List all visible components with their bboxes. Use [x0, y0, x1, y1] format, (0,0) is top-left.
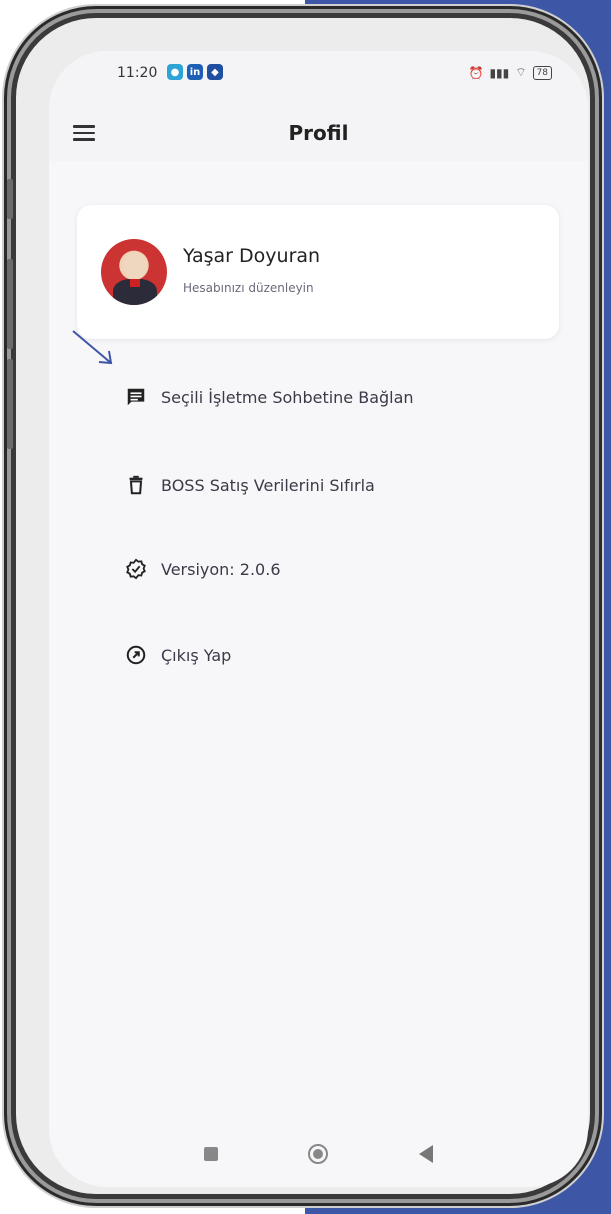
status-time: 11:20	[117, 65, 158, 81]
annotation-arrow-icon	[72, 330, 113, 365]
reset-sales-data-menu-item[interactable]: BOSS Satış Verilerini Sıfırla	[125, 465, 545, 505]
phone-frame: 11:20 ● in ◆ ⏰ ▮▮▮ ⌔ 78 Profil Yaşar Doy…	[4, 6, 602, 1206]
menu-item-label: BOSS Satış Verilerini Sıfırla	[161, 475, 375, 495]
chat-icon	[127, 388, 145, 406]
app-bar: Profil	[49, 111, 588, 161]
battery-icon: 78	[532, 65, 552, 80]
menu-item-label: Çıkış Yap	[161, 645, 232, 665]
app-shield-icon: ◆	[207, 64, 223, 80]
wifi-icon: ⌔	[515, 65, 527, 79]
phone-volume-button	[7, 259, 13, 349]
phone-screen: 11:20 ● in ◆ ⏰ ▮▮▮ ⌔ 78 Profil Yaşar Doy…	[49, 51, 588, 1187]
page-title: Profil	[288, 121, 349, 145]
status-notification-icons: ● in ◆	[167, 64, 223, 80]
system-nav-bar	[49, 1121, 588, 1187]
phone-side-button	[7, 179, 13, 219]
avatar	[101, 239, 167, 305]
profile-card[interactable]: Yaşar Doyuran Hesabınızı düzenleyin	[77, 205, 559, 339]
home-button[interactable]	[308, 1144, 329, 1164]
recent-apps-button[interactable]	[204, 1147, 219, 1161]
status-bar: 11:20 ● in ◆ ⏰ ▮▮▮ ⌔ 78	[49, 51, 588, 111]
logout-menu-item[interactable]: Çıkış Yap	[125, 635, 545, 675]
profile-edit-link[interactable]: Hesabınızı düzenleyin	[183, 281, 314, 295]
linkedin-icon: in	[187, 64, 203, 80]
app-notification-icon: ●	[167, 64, 183, 80]
menu-item-label: Seçili İşletme Sohbetine Bağlan	[161, 387, 414, 407]
menu-item-label: Versiyon: 2.0.6	[161, 559, 281, 579]
phone-volume-button	[7, 359, 13, 449]
status-system-icons: ⏰ ▮▮▮ ⌔ 78	[468, 65, 552, 80]
profile-name: Yaşar Doyuran	[183, 245, 321, 267]
back-button[interactable]	[418, 1145, 433, 1163]
alarm-icon: ⏰	[468, 65, 484, 80]
version-menu-item: Versiyon: 2.0.6	[125, 549, 545, 589]
connect-chat-menu-item[interactable]: Seçili İşletme Sohbetine Bağlan	[125, 377, 545, 417]
logout-icon	[126, 645, 146, 665]
signal-icon: ▮▮▮	[489, 65, 510, 80]
verified-badge-icon	[126, 558, 146, 580]
trash-icon	[129, 475, 143, 495]
